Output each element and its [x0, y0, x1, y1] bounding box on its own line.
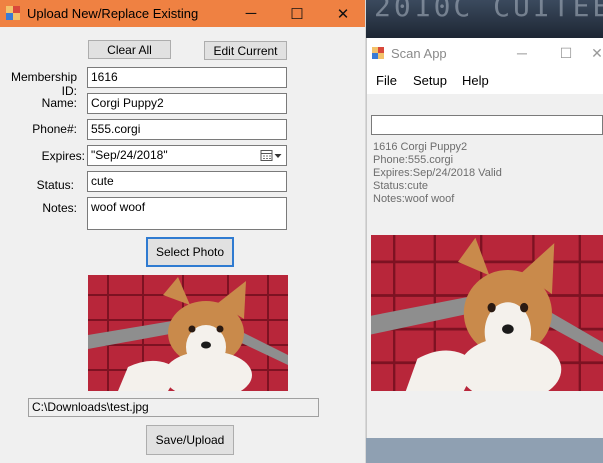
scan-info-status: Status:cute: [373, 180, 429, 192]
maximize-icon: ☐: [559, 44, 573, 61]
photo-path-field: C:\Downloads\test.jpg: [28, 398, 319, 417]
menu-help[interactable]: Help: [462, 73, 489, 88]
corgi-photo-icon: [371, 235, 603, 391]
clear-all-button[interactable]: Clear All: [88, 40, 171, 59]
maximize-button[interactable]: ☐: [543, 38, 589, 68]
name-label: Name:: [41, 96, 77, 110]
scan-info-expires: Expires:Sep/24/2018 Valid: [373, 167, 502, 179]
menu-setup[interactable]: Setup: [413, 73, 447, 88]
desktop-strip: [366, 438, 603, 463]
membership-id-field[interactable]: 1616: [87, 67, 287, 88]
scan-title-bar[interactable]: Scan App ─ ☐ ✕: [367, 38, 603, 68]
notes-field[interactable]: woof woof: [87, 197, 287, 230]
scan-info-name: 1616 Corgi Puppy2: [373, 141, 468, 153]
save-upload-button[interactable]: Save/Upload: [146, 425, 234, 455]
photo-preview: [88, 275, 288, 391]
scan-info-notes: Notes:woof woof: [373, 193, 455, 205]
expires-date-picker[interactable]: "Sep/24/2018": [87, 145, 287, 166]
minimize-icon: ─: [517, 45, 527, 61]
status-label: Status:: [36, 178, 74, 192]
minimize-button[interactable]: ─: [228, 0, 274, 27]
notes-label: Notes:: [42, 201, 77, 215]
corgi-photo-icon: [88, 275, 288, 391]
minimize-button[interactable]: ─: [499, 38, 545, 68]
maximize-button[interactable]: ☐: [274, 0, 320, 27]
member-photo: [371, 235, 603, 391]
menu-bar: File Setup Help: [367, 68, 603, 94]
name-field[interactable]: Corgi Puppy2: [87, 93, 287, 114]
app-icon: [372, 47, 384, 59]
phone-label: Phone#:: [32, 122, 77, 136]
close-icon: ✕: [336, 5, 350, 23]
edit-current-button[interactable]: Edit Current: [204, 41, 287, 60]
scan-window-title: Scan App: [391, 46, 447, 61]
upload-window: Upload New/Replace Existing ─ ☐ ✕ Clear …: [0, 0, 366, 463]
app-icon: [6, 6, 20, 20]
close-button[interactable]: ✕: [587, 38, 603, 68]
calendar-dropdown-icon[interactable]: [260, 149, 282, 165]
desktop-wallpaper-text: 2010C CUITEE: [374, 0, 603, 22]
close-button[interactable]: ✕: [320, 0, 366, 27]
scan-app-window: Scan App ─ ☐ ✕ File Setup Help 1616 Corg…: [366, 38, 603, 438]
expires-value: "Sep/24/2018": [91, 148, 168, 162]
close-icon: ✕: [591, 44, 603, 61]
phone-field[interactable]: 555.corgi: [87, 119, 287, 140]
maximize-icon: ☐: [290, 5, 304, 23]
scan-input[interactable]: [371, 115, 603, 135]
expires-label: Expires:: [41, 149, 85, 163]
minimize-icon: ─: [245, 5, 257, 22]
select-photo-button[interactable]: Select Photo: [146, 237, 234, 267]
status-field[interactable]: cute: [87, 171, 287, 192]
menu-file[interactable]: File: [376, 73, 397, 88]
upload-window-title: Upload New/Replace Existing: [27, 6, 199, 21]
membership-id-label: Membership ID:: [10, 70, 77, 98]
scan-result-info: 1616 Corgi Puppy2 Phone:555.corgi Expire…: [373, 141, 502, 206]
scan-info-phone: Phone:555.corgi: [373, 154, 454, 166]
upload-title-bar[interactable]: Upload New/Replace Existing ─ ☐ ✕: [0, 0, 365, 27]
